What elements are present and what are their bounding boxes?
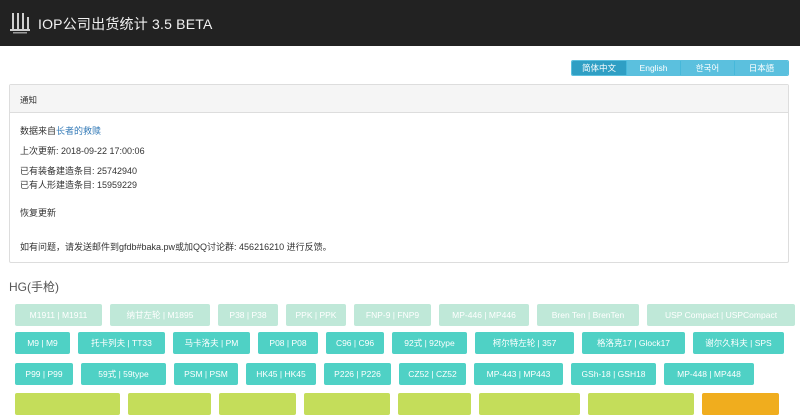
gun-button-m1895[interactable]: 纳甘左轮 | M1895 xyxy=(110,304,210,326)
gun-button-sps[interactable]: 谢尔久科夫 | SPS xyxy=(693,332,784,354)
gun-button-row-3: P99 | P99 59式 | 59type PSM | PSM HK45 | … xyxy=(15,363,762,385)
gun-button-partial-8[interactable] xyxy=(702,393,779,415)
doll-count-text: 已有人形建造条目: 15959229 xyxy=(20,180,138,190)
gun-button-partial-5[interactable] xyxy=(398,393,471,415)
gun-button-usp-compact[interactable]: USP Compact | USPCompact xyxy=(647,304,795,326)
gun-button-cz52[interactable]: CZ52 | CZ52 xyxy=(399,363,466,385)
app-title[interactable]: IOP公司出货统计 3.5 BETA xyxy=(38,14,212,34)
notice-heading: 通知 xyxy=(10,85,788,113)
gun-button-partial-7[interactable] xyxy=(588,393,694,415)
gun-button-59type[interactable]: 59式 | 59type xyxy=(81,363,166,385)
gun-button-partial-3[interactable] xyxy=(219,393,296,415)
gun-button-hk45[interactable]: HK45 | HK45 xyxy=(246,363,316,385)
lang-button-zh-cn[interactable]: 简体中文 xyxy=(572,61,626,75)
gun-button-tt33[interactable]: 托卡列夫 | TT33 xyxy=(78,332,165,354)
lang-button-en[interactable]: English xyxy=(626,61,680,75)
gun-button-partial-1[interactable] xyxy=(15,393,120,415)
last-update-text: 上次更新: 2018-09-22 17:00:06 xyxy=(20,146,145,156)
gun-button-row-1: M1911 | M1911 纳甘左轮 | M1895 P38 | P38 PPK… xyxy=(15,304,800,326)
site-logo-icon[interactable] xyxy=(9,11,31,35)
contact-text: 如有问题，请发送邮件到gfdb#baka.pw或加QQ讨论群: 45621621… xyxy=(20,242,332,252)
top-navbar: IOP公司出货统计 3.5 BETA xyxy=(0,0,800,46)
gun-button-psm[interactable]: PSM | PSM xyxy=(174,363,238,385)
lang-button-ja[interactable]: 日本語 xyxy=(734,61,788,75)
gun-button-gsh18[interactable]: GSh-18 | GSH18 xyxy=(571,363,656,385)
gun-button-mp446[interactable]: MP-446 | MP446 xyxy=(439,304,529,326)
section-title-hg: HG(手枪) xyxy=(9,280,59,294)
data-source-line: 数据来自长者的救赎 xyxy=(20,124,101,137)
gun-button-c96[interactable]: C96 | C96 xyxy=(326,332,384,354)
gun-button-ppk[interactable]: PPK | PPK xyxy=(286,304,346,326)
gun-button-mp443[interactable]: MP-443 | MP443 xyxy=(474,363,563,385)
gun-button-p08[interactable]: P08 | P08 xyxy=(258,332,318,354)
gun-button-fnp9[interactable]: FNP-9 | FNP9 xyxy=(354,304,431,326)
gun-button-mp448[interactable]: MP-448 | MP448 xyxy=(664,363,754,385)
gun-button-92type[interactable]: 92式 | 92type xyxy=(392,332,467,354)
gun-button-partial-4[interactable] xyxy=(304,393,390,415)
gun-button-brenten[interactable]: Bren Ten | BrenTen xyxy=(537,304,639,326)
equipment-count-text: 已有装备建造条目: 25742940 xyxy=(20,166,138,176)
data-source-link[interactable]: 长者的救赎 xyxy=(56,126,101,136)
gun-button-row-4 xyxy=(15,393,787,415)
resume-update-text: 恢复更新 xyxy=(20,208,57,218)
notice-panel: 通知 数据来自长者的救赎 上次更新: 2018-09-22 17:00:06 已… xyxy=(9,84,789,263)
gun-button-partial-6[interactable] xyxy=(479,393,580,415)
gun-button-pm[interactable]: 马卡洛夫 | PM xyxy=(173,332,250,354)
gun-button-p99[interactable]: P99 | P99 xyxy=(15,363,73,385)
gun-button-357[interactable]: 柯尔特左轮 | 357 xyxy=(475,332,574,354)
language-switcher: 简体中文 English 한국어 日本語 xyxy=(571,60,789,76)
gun-button-row-2: M9 | M9 托卡列夫 | TT33 马卡洛夫 | PM P08 | P08 … xyxy=(15,332,792,354)
lang-button-ko[interactable]: 한국어 xyxy=(680,61,734,75)
gun-button-glock17[interactable]: 格洛克17 | Glock17 xyxy=(582,332,685,354)
gun-button-m1911[interactable]: M1911 | M1911 xyxy=(15,304,102,326)
gun-button-p38[interactable]: P38 | P38 xyxy=(218,304,278,326)
data-source-prefix: 数据来自 xyxy=(20,126,57,136)
gun-button-m9[interactable]: M9 | M9 xyxy=(15,332,70,354)
gun-button-partial-2[interactable] xyxy=(128,393,211,415)
gun-button-p226[interactable]: P226 | P226 xyxy=(324,363,391,385)
